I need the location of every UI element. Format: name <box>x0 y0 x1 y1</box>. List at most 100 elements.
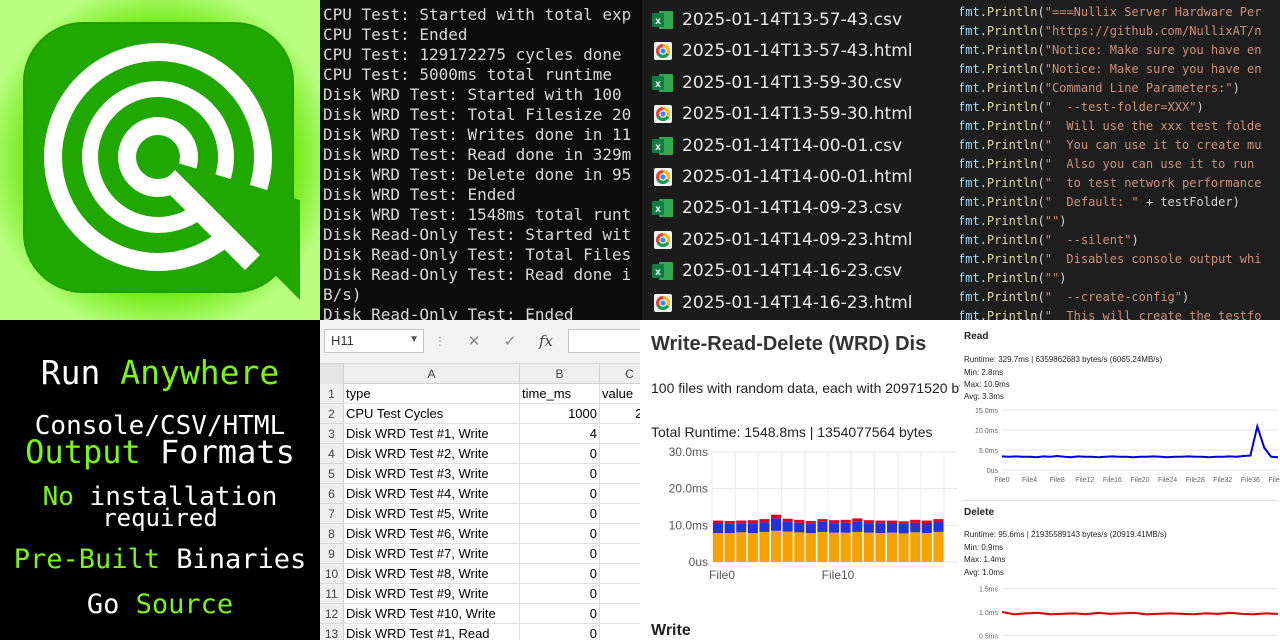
table-cell[interactable]: Disk WRD Test #9, Write <box>344 584 520 604</box>
table-cell[interactable]: 0 <box>520 624 600 640</box>
code-string: "" <box>1044 214 1060 228</box>
table-cell[interactable]: 0 <box>520 544 600 564</box>
code-package: fmt <box>960 271 980 285</box>
table-cell[interactable] <box>600 444 640 464</box>
table-cell[interactable] <box>600 464 640 484</box>
table-cell[interactable]: Disk WRD Test #2, Write <box>344 444 520 464</box>
table-cell[interactable] <box>600 624 640 640</box>
file-item[interactable]: 2025-01-14T13-57-43.html <box>652 40 912 62</box>
chevron-down-icon[interactable]: ▼ <box>409 334 419 345</box>
bar-segment <box>713 533 724 562</box>
file-item[interactable]: x 2025-01-14T13-59-30.csv <box>652 72 902 94</box>
table-cell[interactable] <box>600 544 640 564</box>
y-tick-label: 30.0ms <box>669 445 708 459</box>
row-header[interactable]: 5 <box>320 464 344 484</box>
file-name: 2025-01-14T13-59-30.html <box>682 104 913 125</box>
file-item[interactable]: 2025-01-14T13-59-30.html <box>652 103 912 125</box>
table-cell[interactable]: 0 <box>520 464 600 484</box>
table-cell[interactable]: 0 <box>520 584 600 604</box>
file-item[interactable]: x 2025-01-14T14-16-23.csv <box>652 260 902 282</box>
file-name: 2025-01-14T13-57-43.csv <box>682 10 903 30</box>
chrome-icon <box>652 103 674 125</box>
console-line: CPU Test: Ended <box>323 25 468 44</box>
table-cell[interactable]: Disk WRD Test #1, Write <box>344 424 520 444</box>
table-cell[interactable]: Disk WRD Test #5, Write <box>344 504 520 524</box>
row-header[interactable]: 12 <box>320 604 344 624</box>
row-header[interactable]: 10 <box>320 564 344 584</box>
cancel-icon[interactable]: ✕ <box>456 332 492 350</box>
table-cell[interactable]: Disk WRD Test #3, Write <box>344 464 520 484</box>
confirm-icon[interactable]: ✓ <box>492 332 528 350</box>
code-string: " --silent" <box>1044 233 1132 247</box>
code-dot: . <box>979 24 987 38</box>
bar-segment <box>782 531 793 562</box>
function-icon[interactable]: fx <box>528 332 564 350</box>
row-header[interactable]: 4 <box>320 444 344 464</box>
code-paren: ( <box>1037 62 1045 76</box>
table-cell[interactable]: 0 <box>520 504 600 524</box>
bar-segment <box>724 523 735 534</box>
row-header[interactable]: 8 <box>320 524 344 544</box>
table-cell[interactable] <box>600 484 640 504</box>
table-cell[interactable] <box>600 604 640 624</box>
table-cell[interactable]: 0 <box>520 444 600 464</box>
table-cell[interactable]: type <box>344 384 520 404</box>
bar-segment <box>736 520 747 524</box>
table-cell[interactable]: 1000 <box>520 404 600 424</box>
table-cell[interactable]: 257 <box>600 404 640 424</box>
row-header[interactable]: 13 <box>320 624 344 640</box>
x-tick-label: File16 <box>1103 477 1122 484</box>
table-cell[interactable]: value <box>600 384 640 404</box>
table-cell[interactable]: Disk WRD Test #10, Write <box>344 604 520 624</box>
file-item[interactable]: 2025-01-14T14-09-23.html <box>652 229 912 251</box>
row-header[interactable]: 7 <box>320 504 344 524</box>
code-paren: ( <box>1037 24 1045 38</box>
table-cell[interactable] <box>600 424 640 444</box>
table-cell[interactable] <box>600 584 640 604</box>
column-header-b[interactable]: B <box>520 364 600 384</box>
table-cell[interactable] <box>600 504 640 524</box>
table-cell[interactable]: 4 <box>520 424 600 444</box>
name-box[interactable]: H11 ▼ <box>324 329 424 353</box>
row-header[interactable]: 6 <box>320 484 344 504</box>
table-cell[interactable]: time_ms <box>520 384 600 404</box>
table-cell[interactable]: 0 <box>520 524 600 544</box>
table-cell[interactable]: Disk WRD Test #8, Write <box>344 564 520 584</box>
row-header[interactable]: 9 <box>320 544 344 564</box>
bar-segment <box>921 533 932 562</box>
file-item[interactable]: x 2025-01-14T14-09-23.csv <box>652 197 902 219</box>
file-item[interactable]: x 2025-01-14T14-00-01.csv <box>652 135 902 157</box>
table-cell[interactable]: 0 <box>520 604 600 624</box>
console-line: Disk WRD Test: Writes done in 11 <box>323 125 632 144</box>
code-line: fmt.Println(" Also you can use it to run <box>960 155 1261 174</box>
table-cell[interactable]: Disk WRD Test #1, Read <box>344 624 520 640</box>
code-paren: ( <box>1037 119 1045 133</box>
code-string: " Will use the xxx test folde <box>1044 119 1262 133</box>
bar-segment <box>910 532 921 562</box>
code-package: fmt <box>960 195 980 209</box>
table-cell[interactable]: Disk WRD Test #6, Write <box>344 524 520 544</box>
bar-segment <box>863 532 874 562</box>
table-cell[interactable]: 0 <box>520 564 600 584</box>
row-header[interactable]: 1 <box>320 384 344 404</box>
file-name: 2025-01-14T14-00-01.html <box>682 167 913 187</box>
formula-input[interactable] <box>568 329 640 353</box>
column-header-c[interactable]: C <box>600 364 640 384</box>
code-function: Println <box>986 81 1038 95</box>
table-cell[interactable]: CPU Test Cycles <box>344 404 520 424</box>
table-cell[interactable]: 0 <box>520 484 600 504</box>
drag-handle-icon[interactable]: ⋮ <box>434 334 446 348</box>
row-header[interactable]: 11 <box>320 584 344 604</box>
table-cell[interactable] <box>600 524 640 544</box>
row-header[interactable]: 2 <box>320 404 344 424</box>
select-all-corner[interactable] <box>320 364 344 384</box>
file-item[interactable]: 2025-01-14T14-16-23.html <box>652 292 912 314</box>
chrome-icon <box>652 166 674 188</box>
table-cell[interactable] <box>600 564 640 584</box>
table-cell[interactable]: Disk WRD Test #7, Write <box>344 544 520 564</box>
file-item[interactable]: x 2025-01-14T13-57-43.csv <box>652 9 902 31</box>
column-header-a[interactable]: A <box>344 364 520 384</box>
file-item[interactable]: 2025-01-14T14-00-01.html <box>652 166 912 188</box>
table-cell[interactable]: Disk WRD Test #4, Write <box>344 484 520 504</box>
row-header[interactable]: 3 <box>320 424 344 444</box>
